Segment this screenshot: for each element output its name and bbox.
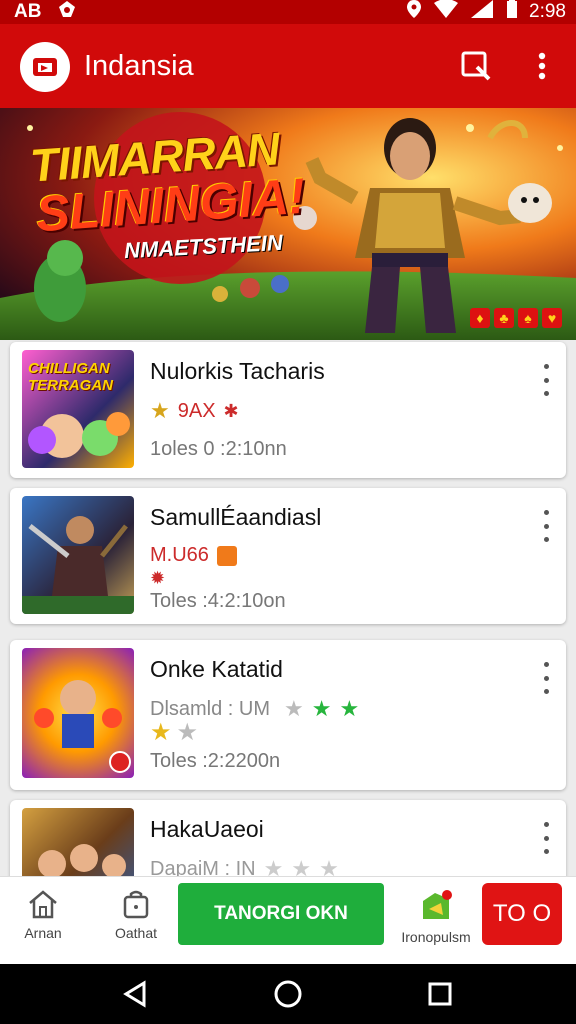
- banner-badge: ♣: [494, 308, 514, 328]
- list-item[interactable]: HakaUaeoi DapaiM : IN ★ ★ ★: [10, 800, 566, 876]
- more-vert-icon: [538, 52, 546, 80]
- nav-promo[interactable]: Ironopulsm: [396, 889, 476, 945]
- search-button[interactable]: [458, 48, 494, 84]
- promo-icon: [423, 890, 452, 919]
- item-overflow-button[interactable]: [534, 510, 558, 542]
- game-thumbnail: [22, 496, 134, 614]
- status-bar: AB 2:98: [0, 0, 576, 24]
- battery-icon: [505, 0, 519, 25]
- star-icon: ★: [176, 719, 199, 746]
- cta-button[interactable]: TANORGI OKN: [178, 883, 384, 945]
- item-overflow-button[interactable]: [534, 662, 558, 694]
- star-icon: ★: [150, 398, 170, 423]
- status-left-text: AB: [14, 1, 42, 22]
- nav-home-label: Arnan: [24, 925, 62, 941]
- item-extra: ✹: [150, 568, 166, 588]
- item-time: Toles :4:2:10on: [150, 590, 286, 612]
- banner-badge: ♠: [518, 308, 538, 328]
- star-icon: ★: [284, 696, 304, 721]
- app-title: Indansia: [84, 50, 194, 82]
- item-time: Toles :2:2200n: [150, 750, 281, 772]
- banner-badges: ♦ ♣ ♠ ♥: [470, 308, 562, 328]
- list-item[interactable]: Onke Katatid Dlsamld : UM ★ ★ ★ ★ ★ Tole…: [10, 640, 566, 790]
- star-icon: ★: [319, 856, 339, 876]
- search-icon: [461, 51, 491, 81]
- bag-icon: [123, 890, 149, 919]
- item-rating: ★ 9AX ✱: [150, 398, 239, 424]
- nav-home[interactable]: Arnan: [3, 889, 83, 941]
- item-rating: DapaiM : IN ★ ★ ★: [150, 856, 339, 876]
- wifi-icon: [433, 0, 459, 25]
- star-icon: ★: [339, 696, 360, 721]
- notification-icon: [57, 0, 77, 25]
- game-thumbnail: CHILLIGAN TERRAGAN: [22, 350, 134, 468]
- game-thumbnail: [22, 808, 134, 876]
- home-system-button[interactable]: [272, 978, 304, 1010]
- recents-button[interactable]: [424, 978, 456, 1010]
- rating-text: M.U66: [150, 544, 209, 566]
- banner-badge: ♥: [542, 308, 562, 328]
- rating-text: DapaiM : IN: [150, 857, 256, 877]
- star-icon: ★: [263, 856, 284, 876]
- hero-banner[interactable]: TIIMARRAN SLININGIA! NMAETSTHEIN ♦ ♣ ♠ ♥: [0, 108, 576, 340]
- flag-icon: ✱: [223, 400, 239, 421]
- item-title: Onke Katatid: [150, 656, 283, 682]
- list-item[interactable]: SamullÉaandiasl M.U66 ✹ Toles :4:2:10on: [10, 488, 566, 624]
- item-overflow-button[interactable]: [534, 822, 558, 854]
- star-icon: ★: [311, 696, 332, 721]
- status-time: 2:98: [529, 1, 566, 22]
- overflow-menu-button[interactable]: [524, 48, 560, 84]
- bottom-nav: Arnan Oathat TANORGI OKN Ironopulsm TO O: [0, 876, 576, 964]
- location-icon: [405, 0, 423, 25]
- back-icon: [123, 980, 146, 1008]
- thumbnail-text: CHILLIGAN TERRAGAN: [28, 360, 113, 394]
- item-title: SamullÉaandiasl: [150, 504, 322, 530]
- item-time: 1oles 0 :2:10nn: [150, 438, 287, 460]
- system-nav-bar: [0, 964, 576, 1024]
- item-title: HakaUaeoi: [150, 816, 264, 842]
- app-logo-icon[interactable]: [20, 42, 70, 92]
- star-icon: ★: [150, 719, 172, 746]
- home-icon: [29, 890, 57, 919]
- signal-icon: [469, 0, 495, 25]
- gift-icon: [216, 545, 237, 566]
- game-thumbnail: [22, 648, 134, 778]
- item-title: Nulorkis Tacharis: [150, 358, 325, 384]
- nav-promo-label: Ironopulsm: [401, 929, 471, 945]
- banner-badge: ♦: [470, 308, 490, 328]
- list-item[interactable]: CHILLIGAN TERRAGAN Nulorkis Tacharis ★ 9…: [10, 342, 566, 478]
- item-overflow-button[interactable]: [534, 364, 558, 396]
- star-icon: ★: [291, 856, 312, 876]
- nav-cart-label: Oathat: [114, 925, 158, 941]
- back-button[interactable]: [120, 978, 152, 1010]
- rating-text: 9AX: [177, 399, 216, 422]
- nav-cart[interactable]: Oathat: [96, 889, 176, 941]
- app-bar: Indansia: [0, 24, 576, 108]
- item-stars-row: ★ ★: [150, 718, 198, 747]
- red-action-button[interactable]: TO O: [482, 883, 562, 945]
- circle-home-icon: [274, 980, 302, 1008]
- item-rating: M.U66: [150, 544, 237, 567]
- game-list: CHILLIGAN TERRAGAN Nulorkis Tacharis ★ 9…: [0, 340, 576, 876]
- square-recents-icon: [428, 982, 452, 1006]
